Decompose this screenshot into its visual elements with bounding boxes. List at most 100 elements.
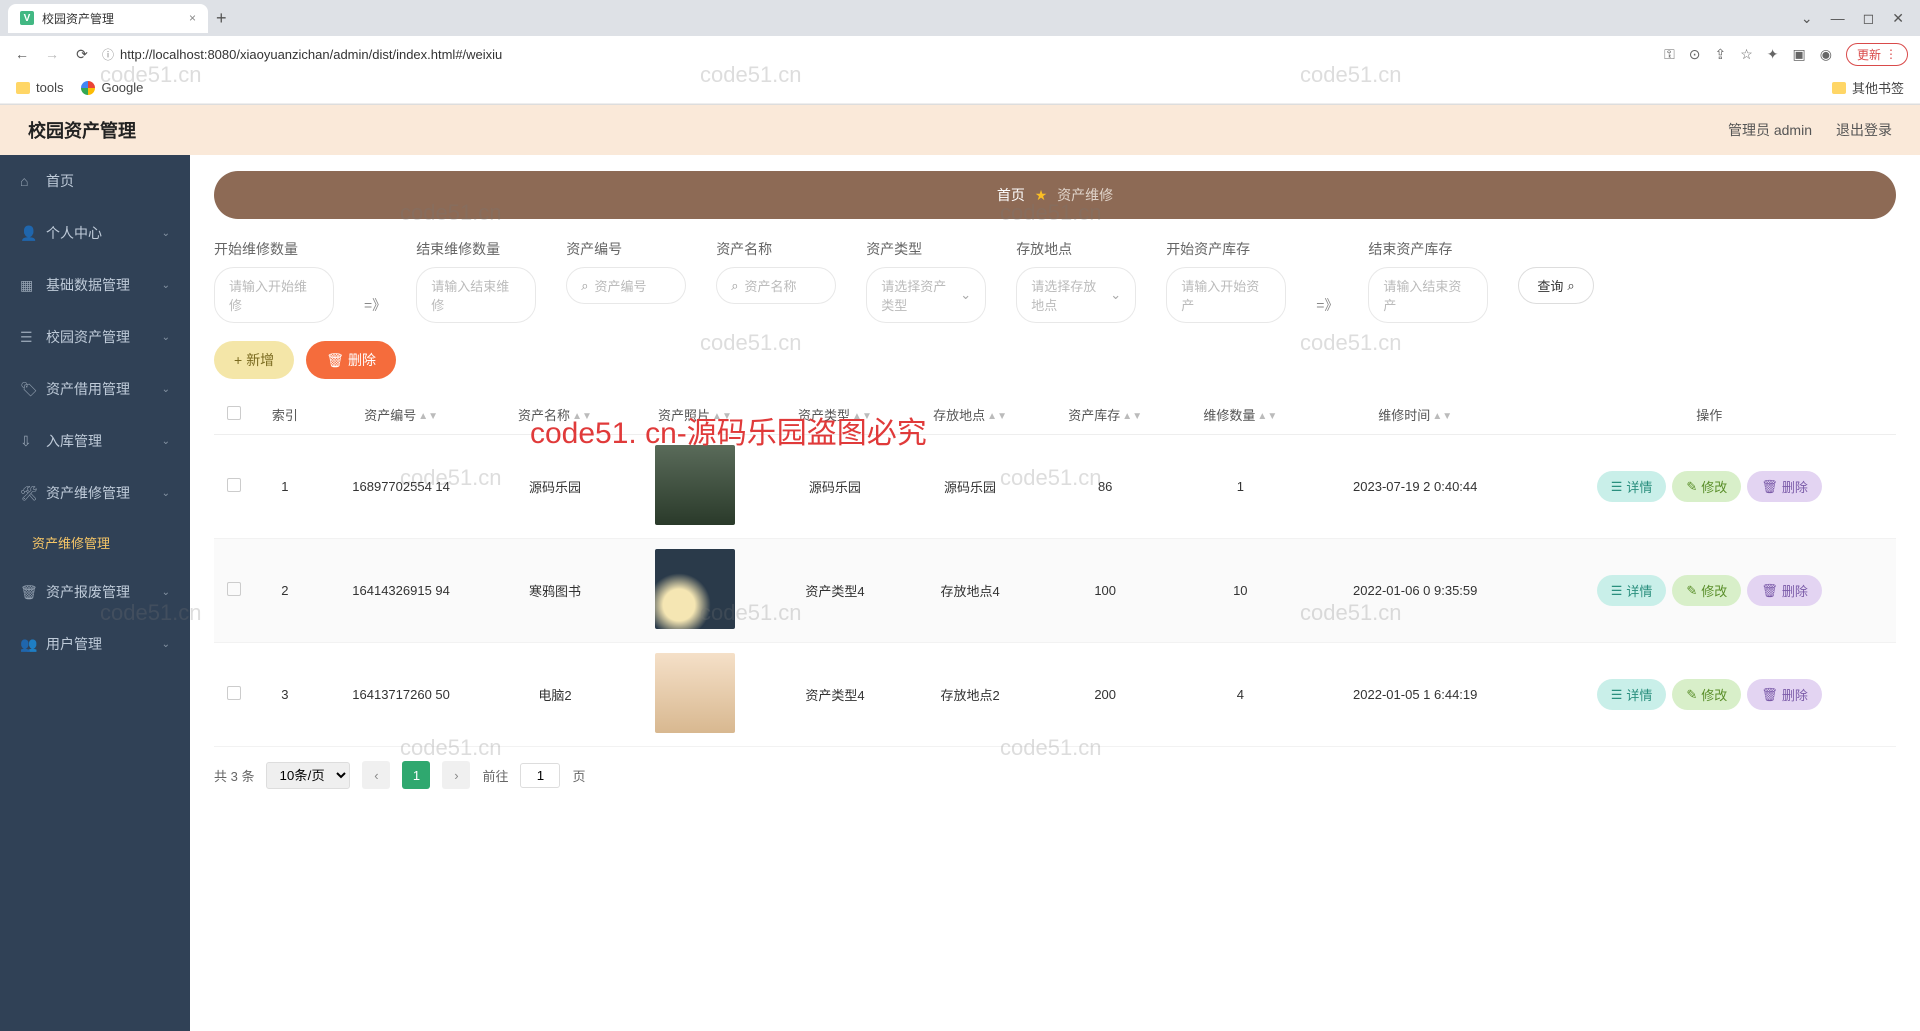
- next-page-button[interactable]: ›: [442, 761, 470, 789]
- sort-icon: ▲▼: [987, 414, 1007, 420]
- row-delete-button[interactable]: 🗑删除: [1747, 679, 1822, 710]
- star-icon: ★: [1035, 187, 1048, 203]
- sidebar-item-home[interactable]: ⌂首页: [0, 155, 190, 207]
- browser-tab[interactable]: V 校园资产管理 ×: [8, 4, 208, 33]
- zoom-icon[interactable]: ⊙: [1689, 46, 1701, 63]
- col-repair-qty[interactable]: 维修数量▲▼: [1173, 395, 1308, 435]
- home-icon: ⌂: [20, 173, 36, 189]
- info-icon: ⓘ: [102, 46, 114, 63]
- bookmark-tools[interactable]: tools: [16, 80, 63, 95]
- search-icon: ⌕: [581, 278, 588, 294]
- update-button[interactable]: 更新⋮: [1846, 43, 1908, 66]
- sidebar: ⌂首页 👤个人中心⌄ ▦基础数据管理⌄ ☰校园资产管理⌄ 🏷资产借用管理⌄ ⇩入…: [0, 155, 190, 1031]
- sort-icon: ▲▼: [852, 414, 872, 420]
- folder-icon: [16, 82, 30, 94]
- trash-icon: 🗑: [326, 352, 344, 369]
- edit-button[interactable]: ✎修改: [1672, 575, 1741, 606]
- detail-button[interactable]: ☰详情: [1597, 471, 1667, 502]
- col-stock[interactable]: 资产库存▲▼: [1038, 395, 1173, 435]
- input-start-stock[interactable]: 请输入开始资产: [1166, 267, 1286, 323]
- sidebar-item-borrow[interactable]: 🏷资产借用管理⌄: [0, 363, 190, 415]
- user-icon: 👤: [20, 225, 36, 242]
- profile-icon[interactable]: ◉: [1820, 46, 1832, 63]
- cell-repair-qty: 1: [1173, 435, 1308, 539]
- logout-link[interactable]: 退出登录: [1836, 120, 1892, 140]
- sort-icon: ▲▼: [1257, 414, 1277, 420]
- col-index[interactable]: 索引: [255, 395, 315, 435]
- new-tab-button[interactable]: +: [216, 8, 227, 29]
- trash-icon: 🗑: [20, 584, 36, 601]
- input-asset-name[interactable]: ⌕资产名称: [716, 267, 836, 304]
- action-row: +新增 🗑删除: [214, 341, 1896, 379]
- label-asset-no: 资产编号: [566, 239, 686, 259]
- url-box[interactable]: ⓘ http://localhost:8080/xiaoyuanzichan/a…: [102, 46, 1654, 63]
- search-icon: ⌕: [1567, 278, 1574, 294]
- col-repair-time[interactable]: 维修时间▲▼: [1308, 395, 1523, 435]
- sidebar-sub-repair-manage[interactable]: 资产维修管理: [0, 519, 190, 566]
- minimize-icon[interactable]: —: [1831, 10, 1845, 27]
- trash-icon: 🗑: [1761, 687, 1778, 703]
- prev-page-button[interactable]: ‹: [362, 761, 390, 789]
- col-asset-no[interactable]: 资产编号▲▼: [315, 395, 488, 435]
- sidebar-item-profile[interactable]: 👤个人中心⌄: [0, 207, 190, 259]
- maximize-icon[interactable]: ◻: [1863, 10, 1875, 27]
- asset-thumbnail[interactable]: [655, 653, 735, 733]
- cell-stock: 200: [1038, 643, 1173, 747]
- delete-button[interactable]: 🗑删除: [306, 341, 396, 379]
- sidebar-item-basicdata[interactable]: ▦基础数据管理⌄: [0, 259, 190, 311]
- goto-prefix: 前往: [482, 766, 508, 785]
- col-location[interactable]: 存放地点▲▼: [903, 395, 1038, 435]
- edit-button[interactable]: ✎修改: [1672, 471, 1741, 502]
- row-delete-button[interactable]: 🗑删除: [1747, 575, 1822, 606]
- detail-button[interactable]: ☰详情: [1597, 679, 1667, 710]
- tab-bar: V 校园资产管理 × + ⌄ — ◻ ✕: [0, 0, 1920, 36]
- reload-icon[interactable]: ⟳: [72, 46, 92, 63]
- col-asset-photo[interactable]: 资产照片▲▼: [623, 395, 768, 435]
- window-controls: ⌄ — ◻ ✕: [1801, 10, 1912, 27]
- goto-input[interactable]: [520, 763, 560, 788]
- panel-icon[interactable]: ▣: [1793, 46, 1806, 63]
- sidebar-item-scrap[interactable]: 🗑资产报废管理⌄: [0, 566, 190, 618]
- checkbox-all[interactable]: [227, 406, 241, 420]
- row-delete-button[interactable]: 🗑删除: [1747, 471, 1822, 502]
- asset-thumbnail[interactable]: [655, 445, 735, 525]
- cell-repair-time: 2022-01-05 1 6:44:19: [1308, 643, 1523, 747]
- sidebar-item-repair[interactable]: 🛠资产维修管理⌄: [0, 467, 190, 519]
- page-size-select[interactable]: 10条/页: [266, 762, 350, 789]
- input-end-qty[interactable]: 请输入结束维修: [416, 267, 536, 323]
- input-asset-no[interactable]: ⌕资产编号: [566, 267, 686, 304]
- key-icon[interactable]: ⚿: [1664, 46, 1675, 63]
- close-window-icon[interactable]: ✕: [1892, 10, 1904, 27]
- query-button[interactable]: 查询⌕: [1518, 267, 1593, 304]
- select-location[interactable]: 请选择存放地点: [1016, 267, 1136, 323]
- bookmark-google[interactable]: Google: [81, 80, 143, 95]
- edit-button[interactable]: ✎修改: [1672, 679, 1741, 710]
- bookmark-other[interactable]: 其他书签: [1832, 78, 1904, 97]
- row-checkbox[interactable]: [227, 478, 241, 492]
- col-asset-type[interactable]: 资产类型▲▼: [767, 395, 902, 435]
- back-icon[interactable]: ←: [12, 46, 32, 62]
- breadcrumb-home[interactable]: 首页: [997, 187, 1025, 203]
- extensions-icon[interactable]: ✦: [1767, 46, 1779, 63]
- input-end-stock[interactable]: 请输入结束资产: [1368, 267, 1488, 323]
- dropdown-icon[interactable]: ⌄: [1801, 10, 1813, 27]
- row-checkbox[interactable]: [227, 582, 241, 596]
- share-icon[interactable]: ⇪: [1715, 46, 1727, 63]
- row-checkbox[interactable]: [227, 686, 241, 700]
- star-icon[interactable]: ☆: [1740, 46, 1753, 63]
- detail-button[interactable]: ☰详情: [1597, 575, 1667, 606]
- input-start-qty[interactable]: 请输入开始维修: [214, 267, 334, 323]
- forward-icon[interactable]: →: [42, 46, 62, 62]
- sidebar-item-asset[interactable]: ☰校园资产管理⌄: [0, 311, 190, 363]
- sidebar-item-users[interactable]: 👥用户管理⌄: [0, 618, 190, 670]
- close-icon[interactable]: ×: [189, 11, 196, 25]
- cell-repair-qty: 4: [1173, 643, 1308, 747]
- page-number-button[interactable]: 1: [402, 761, 430, 789]
- asset-thumbnail[interactable]: [655, 549, 735, 629]
- sidebar-item-inbound[interactable]: ⇩入库管理⌄: [0, 415, 190, 467]
- col-asset-name[interactable]: 资产名称▲▼: [487, 395, 622, 435]
- add-button[interactable]: +新增: [214, 341, 294, 379]
- select-asset-type[interactable]: 请选择资产类型: [866, 267, 986, 323]
- google-icon: [81, 81, 95, 95]
- users-icon: 👥: [20, 636, 36, 653]
